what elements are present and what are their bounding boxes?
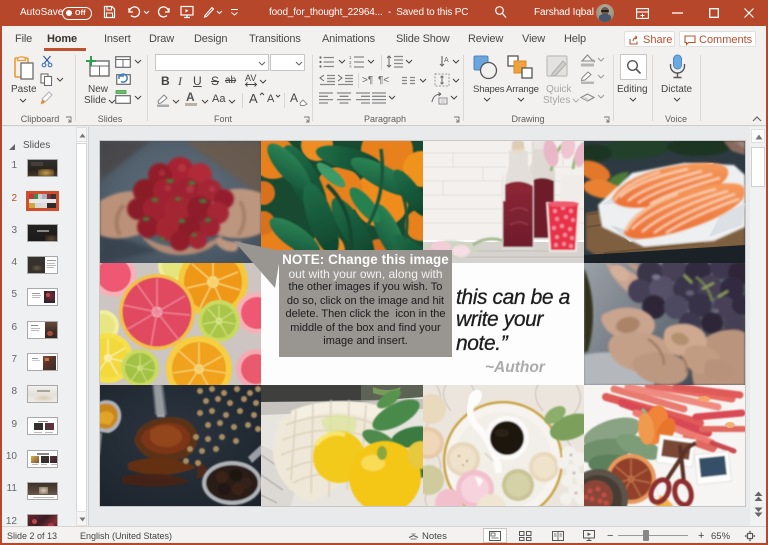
svg-text:3: 3 <box>349 65 352 69</box>
svg-text:A: A <box>444 57 449 64</box>
